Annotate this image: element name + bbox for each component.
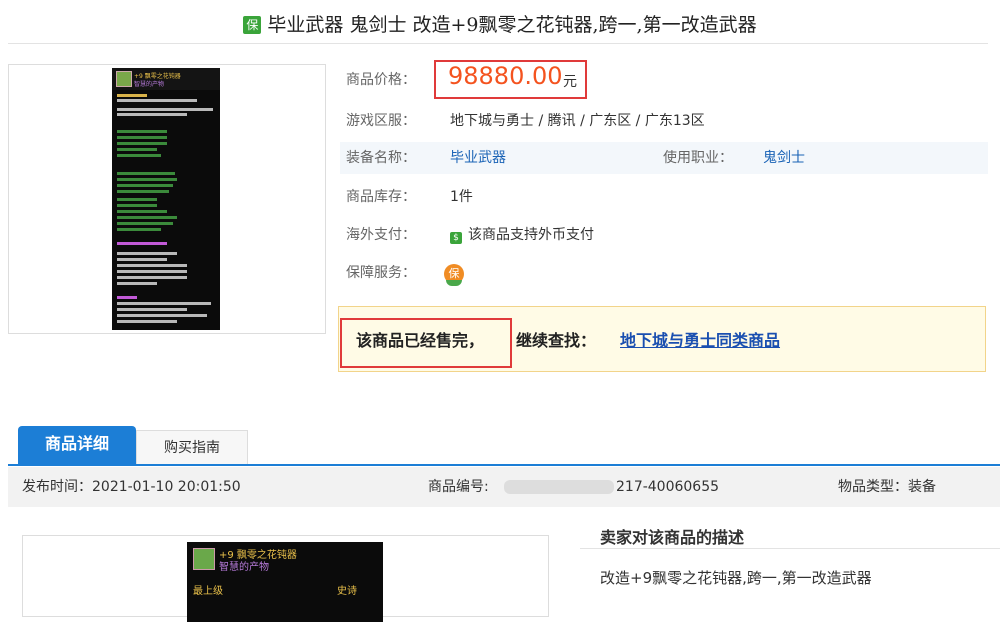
equip-name-link[interactable]: 毕业武器 <box>450 142 506 174</box>
similar-items-link[interactable]: 地下城与勇士同类商品 <box>620 327 780 351</box>
guarantee-badge-icon: 保 <box>243 16 262 34</box>
tooltip-line <box>117 184 173 187</box>
detail-item-image: +9 飘零之花钝器 智慧的产物 最上级 史诗 <box>187 542 383 622</box>
divider <box>8 43 988 44</box>
item-sub-line: 智慧的产物 <box>219 562 269 573</box>
continue-label: 继续查找： <box>516 331 597 350</box>
price-label: 商品价格： <box>346 72 416 88</box>
overseas-label: 海外支付： <box>346 227 416 243</box>
tooltip-line <box>117 296 137 299</box>
stock-value: 1件 <box>450 189 473 205</box>
tooltip-line <box>117 142 167 145</box>
description-text: 改造+9飘零之花钝器,跨一,第一改造武器 <box>600 569 872 587</box>
tooltip-line <box>117 172 175 175</box>
region-value: 地下城与勇士 / 腾讯 / 广东区 / 广东13区 <box>450 113 705 129</box>
stock-label: 商品库存： <box>346 189 416 205</box>
overseas-value-wrap: $ 该商品支持外币支付 <box>450 219 594 251</box>
tooltip-line <box>117 154 161 157</box>
equip-row: 装备名称： 毕业武器 使用职业： 鬼剑士 <box>340 142 988 174</box>
tooltip-line <box>117 264 187 267</box>
tooltip-line <box>117 198 157 201</box>
tooltip-line <box>117 148 157 151</box>
equip-label: 装备名称： <box>346 150 416 166</box>
tooltip-line <box>117 204 157 207</box>
tooltip-line <box>117 130 167 133</box>
product-thumbnail[interactable]: +9 飘零之花钝器 智慧的产物 <box>8 64 326 334</box>
description-title: 卖家对该商品的描述 <box>600 528 745 547</box>
tooltip-line <box>117 320 177 323</box>
tooltip-line <box>117 314 207 317</box>
tooltip-line <box>117 113 187 116</box>
meta-bar: 发布时间：2021-01-10 20:01:50 商品编号: 217-40060… <box>8 467 1000 507</box>
tooltip-line <box>117 108 213 111</box>
guarantee-label: 保障服务： <box>346 265 416 281</box>
page-title-text: 毕业武器 鬼剑士 改造+9飘零之花钝器,跨一,第一改造武器 <box>267 14 757 36</box>
detail-image-frame: +9 飘零之花钝器 智慧的产物 最上级 史诗 <box>22 535 549 622</box>
tab-purchase-guide[interactable]: 购买指南 <box>136 430 248 464</box>
tooltip-line <box>117 178 177 181</box>
tab-product-details[interactable]: 商品详细 <box>18 426 136 464</box>
code-value: 217-40060655 <box>616 479 720 495</box>
price-unit: 元 <box>563 74 577 90</box>
item-tooltip-header: +9 飘零之花钝器 智慧的产物 <box>112 68 220 90</box>
tooltip-line <box>117 270 187 273</box>
tabs-underline <box>8 464 1000 466</box>
item-icon <box>116 71 132 87</box>
stock-row: 商品库存： 1件 <box>340 181 988 213</box>
overseas-row: 海外支付： $ 该商品支持外币支付 <box>340 219 988 251</box>
page-title: 保毕业武器 鬼剑士 改造+9飘零之花钝器,跨一,第一改造武器 <box>0 10 1000 37</box>
tooltip-line <box>117 210 167 213</box>
tooltip-line <box>117 308 187 311</box>
soldout-status: 该商品已经售完， <box>356 331 485 350</box>
item-rarity: 史诗 <box>337 586 357 597</box>
tooltip-line <box>117 282 157 285</box>
tooltip-line <box>117 302 211 305</box>
tooltip-line <box>117 258 167 261</box>
item-tooltip-image: +9 飘零之花钝器 智慧的产物 <box>112 68 220 330</box>
publish-label: 发布时间： <box>22 479 92 495</box>
region-label: 游戏区服： <box>346 113 416 129</box>
type-value: 装备 <box>908 479 936 495</box>
tooltip-line <box>117 242 167 245</box>
guarantee-row: 保障服务： 保 <box>340 257 988 289</box>
tooltip-line <box>117 276 187 279</box>
class-link[interactable]: 鬼剑士 <box>763 142 805 174</box>
class-label: 使用职业： <box>663 150 733 166</box>
code-label: 商品编号: <box>428 479 489 495</box>
tooltip-line <box>117 252 177 255</box>
money-icon: $ <box>450 232 462 244</box>
description-divider <box>580 548 1000 549</box>
item-grade: 最上级 <box>193 586 223 597</box>
publish-time: 发布时间：2021-01-10 20:01:50 <box>22 467 241 507</box>
tooltip-line <box>117 99 197 102</box>
item-sub-line: 智慧的产物 <box>134 81 165 88</box>
tooltip-line <box>117 216 177 219</box>
shield-icon[interactable]: 保 <box>444 264 464 286</box>
tooltip-line <box>117 190 169 193</box>
type-label: 物品类型： <box>838 479 908 495</box>
publish-value: 2021-01-10 20:01:50 <box>92 479 241 495</box>
tooltip-line <box>117 222 173 225</box>
tooltip-line <box>117 94 147 97</box>
tooltip-line <box>117 228 161 231</box>
item-icon <box>193 548 215 570</box>
item-type: 物品类型：装备 <box>838 467 936 507</box>
overseas-value: 该商品支持外币支付 <box>468 227 594 243</box>
tooltip-line <box>117 136 167 139</box>
code-redacted <box>504 480 614 494</box>
price-value: 98880.00 <box>448 62 563 90</box>
region-row: 游戏区服： 地下城与勇士 / 腾讯 / 广东区 / 广东13区 <box>340 105 988 137</box>
